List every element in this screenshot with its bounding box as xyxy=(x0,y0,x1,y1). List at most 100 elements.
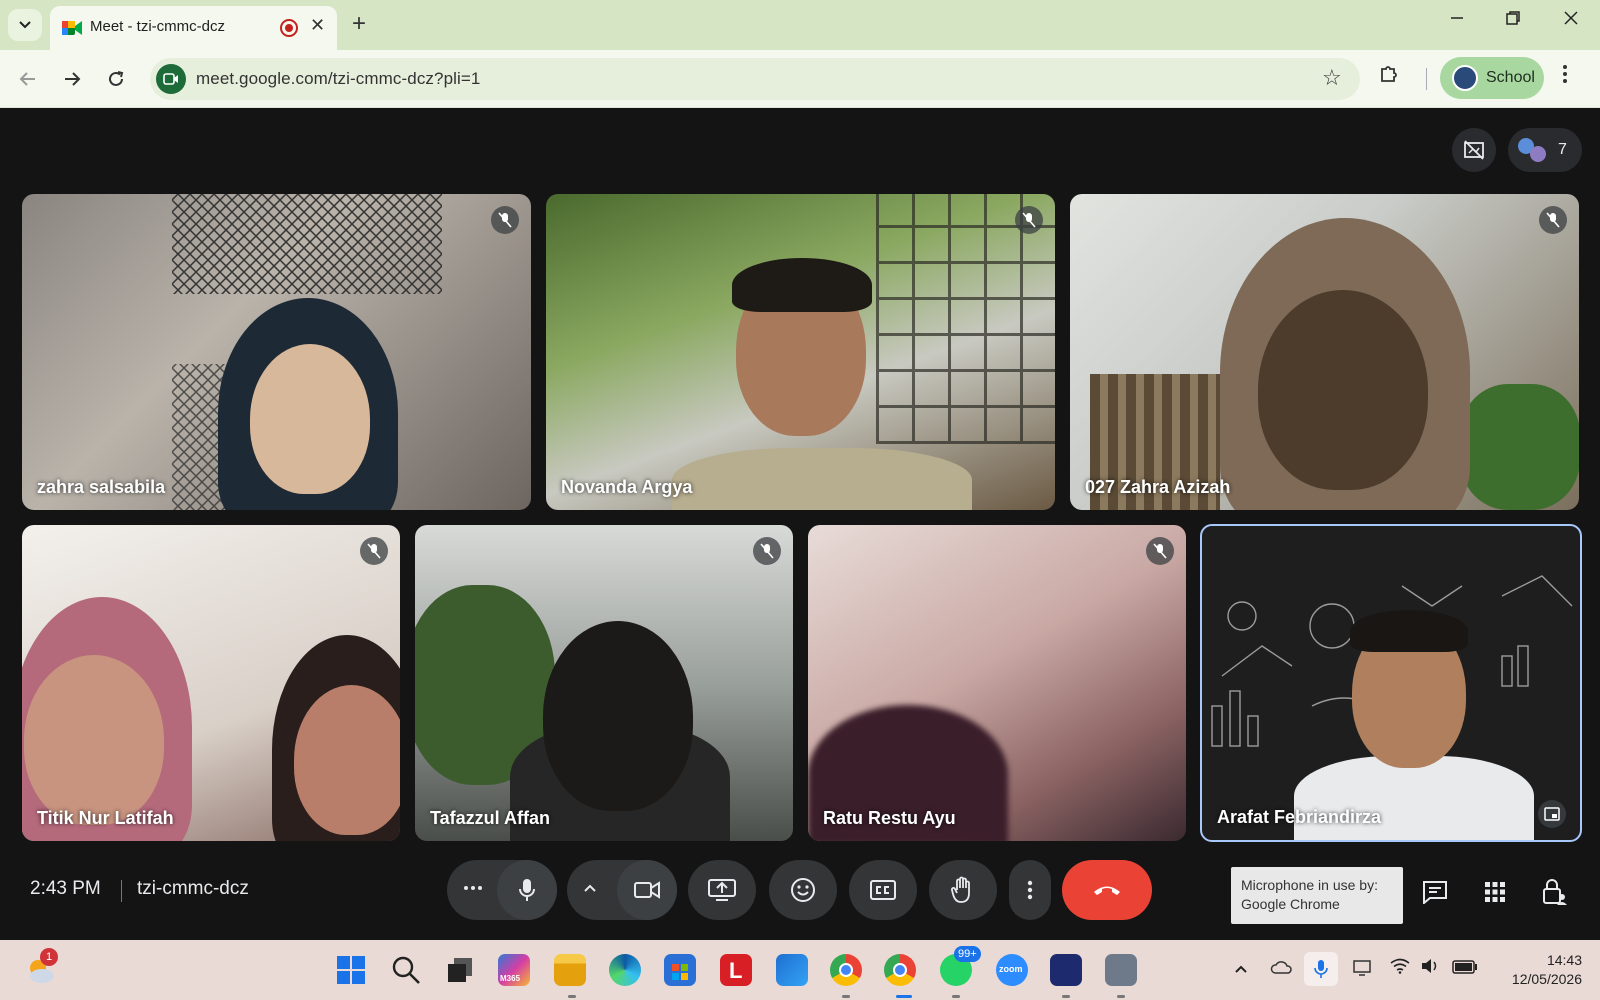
minimize-button[interactable] xyxy=(1434,8,1480,31)
participant-name: 027 Zahra Azizah xyxy=(1085,477,1231,497)
browser-toolbar: meet.google.com/tzi-cmmc-dcz?pli=1 ☆ Sch… xyxy=(0,50,1600,108)
back-button[interactable] xyxy=(12,63,44,95)
monitor-app[interactable] xyxy=(1050,954,1082,986)
edge-app[interactable] xyxy=(609,954,641,986)
raise-hand-button[interactable] xyxy=(929,860,997,920)
tab-close-icon[interactable]: ✕ xyxy=(310,15,325,36)
recording-indicator-icon xyxy=(280,19,298,37)
task-view-icon xyxy=(448,958,472,982)
muted-mic-icon xyxy=(1015,206,1043,234)
chrome-app-school-profile[interactable] xyxy=(884,954,916,986)
layout-button[interactable] xyxy=(1452,128,1496,172)
lock-person-icon xyxy=(1543,879,1567,905)
pin-tile-button[interactable] xyxy=(1538,800,1566,828)
wifi-icon[interactable] xyxy=(1390,958,1410,979)
meeting-code: tzi-cmmc-dcz xyxy=(137,878,249,899)
participant-tile[interactable]: zahra salsabila xyxy=(22,194,531,510)
new-tab-button[interactable]: + xyxy=(352,10,366,38)
battery-icon[interactable] xyxy=(1452,958,1478,979)
start-button[interactable] xyxy=(335,954,367,986)
audio-options-button[interactable] xyxy=(463,878,483,896)
outlook-app[interactable] xyxy=(776,954,808,986)
present-screen-button[interactable] xyxy=(688,860,756,920)
more-options-button[interactable] xyxy=(1009,860,1051,920)
person-face xyxy=(1258,290,1428,490)
camera-button[interactable] xyxy=(617,860,677,920)
windows-logo-icon xyxy=(337,956,365,984)
apps-grid-icon xyxy=(1485,882,1505,902)
store-app[interactable] xyxy=(664,954,696,986)
reload-button[interactable] xyxy=(100,63,132,95)
more-vert-icon xyxy=(1563,65,1567,83)
microphone-button[interactable] xyxy=(497,860,557,920)
muted-mic-icon xyxy=(1146,537,1174,565)
muted-mic-icon xyxy=(1539,206,1567,234)
onedrive-icon[interactable] xyxy=(1270,958,1292,979)
mic-in-use-tray-button[interactable] xyxy=(1304,952,1338,986)
video-options-button[interactable] xyxy=(583,880,597,898)
weather-widget[interactable]: 1 xyxy=(24,948,58,986)
person-face xyxy=(543,621,693,811)
hand-icon xyxy=(951,876,970,903)
activities-button[interactable] xyxy=(1475,872,1515,912)
address-bar[interactable]: meet.google.com/tzi-cmmc-dcz?pli=1 ☆ xyxy=(150,58,1360,100)
participant-tile[interactable]: Titik Nur Latifah xyxy=(22,525,400,841)
forward-button[interactable] xyxy=(56,63,88,95)
task-view-button[interactable] xyxy=(444,954,476,986)
picture-in-picture-icon xyxy=(1544,807,1560,821)
leave-call-button[interactable] xyxy=(1062,860,1152,920)
plant-background xyxy=(1460,384,1579,510)
arrow-left-icon xyxy=(19,72,35,86)
emoji-icon xyxy=(791,878,815,902)
system-clock[interactable]: 14:43 12/05/2026 xyxy=(1486,951,1582,989)
participant-tile[interactable]: Ratu Restu Ayu xyxy=(808,525,1186,841)
present-screen-icon xyxy=(708,879,736,901)
participants-button[interactable]: 7 xyxy=(1508,128,1582,172)
participant-tile[interactable]: Novanda Argya xyxy=(546,194,1055,510)
captions-button[interactable] xyxy=(849,860,917,920)
calculator-app[interactable] xyxy=(1105,954,1137,986)
participant-tile[interactable]: 027 Zahra Azizah xyxy=(1070,194,1579,510)
toolbar-divider xyxy=(1426,68,1427,90)
tab-search-button[interactable] xyxy=(8,9,42,41)
windows-taskbar: 1 M365 L 99+ zoom 14:43 12/05/2026 xyxy=(0,940,1600,1000)
participant-name: zahra salsabila xyxy=(37,477,166,497)
extensions-button[interactable] xyxy=(1378,63,1400,91)
puzzle-icon xyxy=(1381,66,1397,82)
running-indicator xyxy=(952,995,960,998)
person-hair xyxy=(1350,610,1468,652)
close-window-button[interactable] xyxy=(1548,8,1594,31)
muted-mic-icon xyxy=(491,206,519,234)
reactions-button[interactable] xyxy=(769,860,837,920)
person-face xyxy=(294,685,400,835)
whatsapp-app[interactable]: 99+ xyxy=(940,946,981,986)
participant-tile-active-speaker[interactable]: Arafat Febriandirza xyxy=(1200,524,1582,842)
bookmark-star-icon[interactable]: ☆ xyxy=(1322,65,1342,91)
l-app[interactable]: L xyxy=(720,954,752,986)
chrome-app[interactable] xyxy=(830,954,862,986)
tray-overflow-chevron-icon[interactable] xyxy=(1234,958,1248,979)
participant-name: Titik Nur Latifah xyxy=(37,808,174,828)
chevron-down-icon xyxy=(19,21,31,29)
search-button[interactable] xyxy=(390,954,422,986)
whatsapp-badge: 99+ xyxy=(954,946,981,962)
person-face xyxy=(250,344,370,494)
restore-button[interactable] xyxy=(1490,8,1536,31)
volume-icon[interactable] xyxy=(1420,958,1440,979)
browser-menu-button[interactable] xyxy=(1562,63,1568,91)
chat-button[interactable] xyxy=(1415,872,1455,912)
participant-tile[interactable]: Tafazzul Affan xyxy=(415,525,793,841)
profile-button[interactable]: School xyxy=(1440,57,1544,99)
running-indicator xyxy=(842,995,850,998)
store-bag-icon xyxy=(672,964,688,980)
phone-hangup-icon xyxy=(1094,886,1120,895)
file-explorer-app[interactable] xyxy=(554,954,586,986)
site-info-icon[interactable] xyxy=(156,64,186,94)
search-icon xyxy=(392,956,420,984)
display-settings-icon[interactable] xyxy=(1352,958,1372,981)
browser-tab-meet[interactable]: Meet - tzi-cmmc-dcz ✕ xyxy=(50,6,337,50)
zoom-app[interactable]: zoom xyxy=(996,954,1028,986)
more-vert-icon xyxy=(1027,880,1033,900)
host-controls-button[interactable] xyxy=(1535,872,1575,912)
microsoft-365-app[interactable]: M365 xyxy=(498,954,530,986)
